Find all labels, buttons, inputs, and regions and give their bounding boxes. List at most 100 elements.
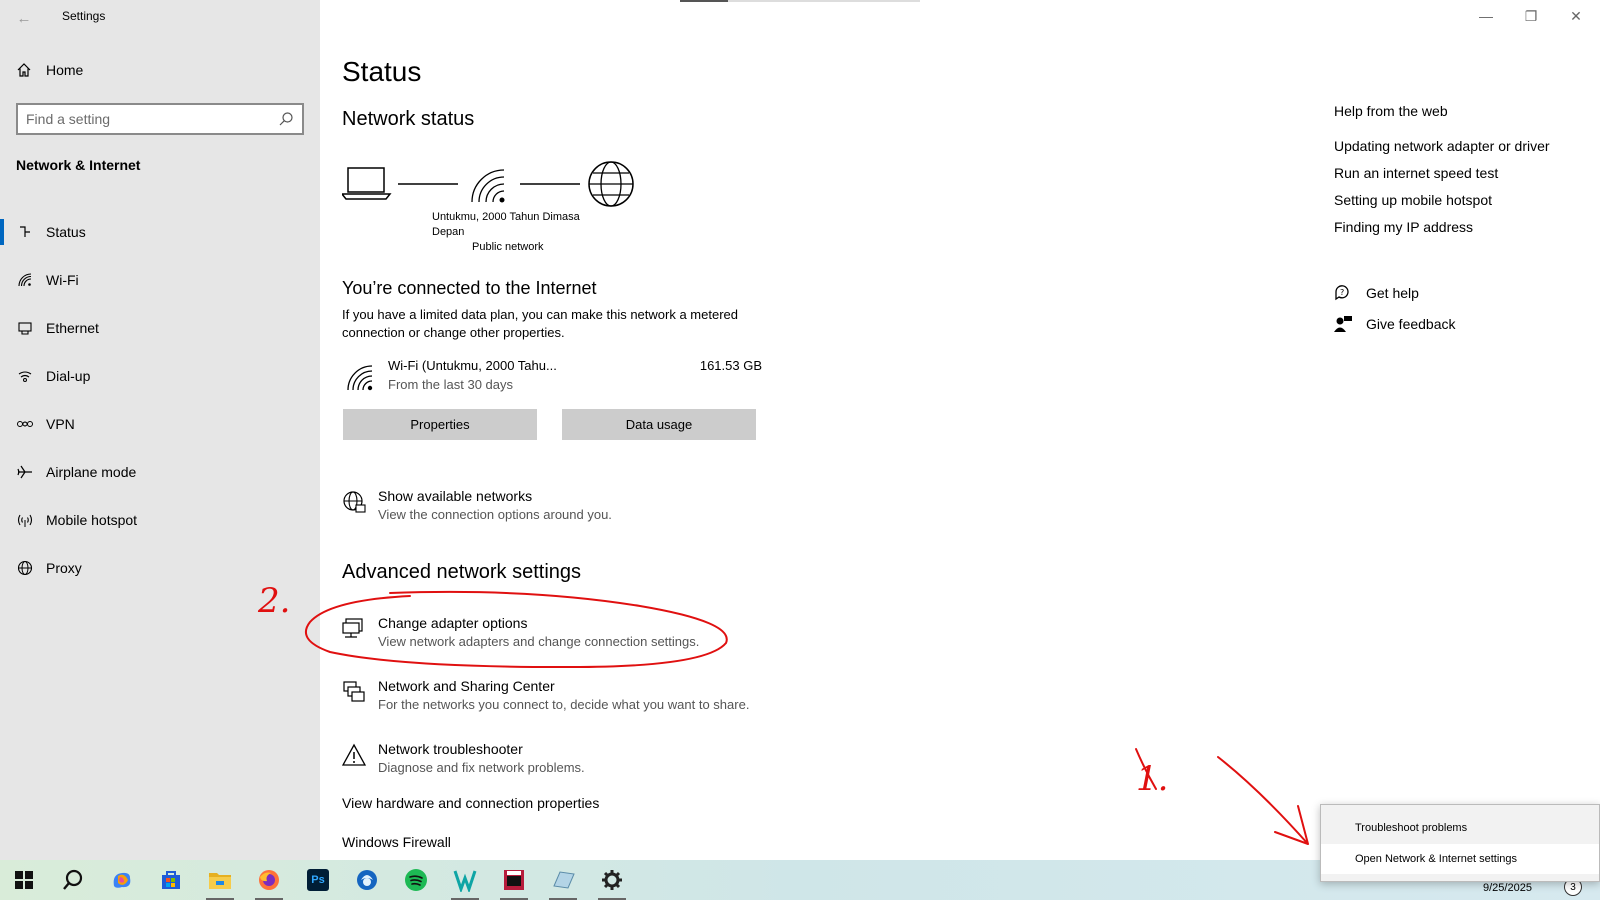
sidebar-item-vpn[interactable]: VPN — [0, 400, 320, 448]
wifi-signal-icon — [471, 169, 505, 203]
sidebar-item-wifi[interactable]: Wi-Fi — [0, 256, 320, 304]
internet-globe-icon — [588, 161, 634, 207]
search-icon — [63, 869, 83, 890]
view-hardware-properties-link[interactable]: View hardware and connection properties — [342, 795, 599, 811]
taskbar-file-explorer[interactable] — [200, 860, 240, 900]
network-troubleshooter-link[interactable]: Network troubleshooter Diagnose and fix … — [342, 741, 585, 775]
show-available-networks-link[interactable]: Show available networks View the connect… — [342, 488, 612, 522]
status-icon — [16, 223, 34, 241]
home-label: Home — [46, 62, 84, 78]
hotspot-icon — [16, 511, 34, 529]
wifi-connection-name: Wi-Fi (Untukmu, 2000 Tahu... — [388, 358, 557, 373]
menu-item-open-network-settings[interactable]: Open Network & Internet settings — [1321, 844, 1599, 874]
taskbar-firefox[interactable] — [249, 860, 289, 900]
settings-icon — [602, 870, 622, 890]
app-icon — [553, 871, 575, 889]
sidebar-item-label: Dial-up — [46, 368, 91, 384]
minimize-icon: — — [1479, 8, 1493, 24]
home-nav-item[interactable]: Home — [16, 62, 83, 78]
link-description: View the connection options around you. — [378, 507, 612, 522]
link-description: For the networks you connect to, decide … — [378, 697, 750, 712]
globe-icon — [16, 559, 34, 577]
help-link-mobile-hotspot[interactable]: Setting up mobile hotspot — [1334, 192, 1492, 208]
give-feedback-link[interactable]: Give feedback — [1334, 315, 1456, 333]
taskbar-photoshop[interactable]: Ps — [298, 860, 338, 900]
title-bar-indicator — [680, 0, 920, 2]
sidebar-item-label: Status — [46, 224, 86, 240]
network-sharing-center-link[interactable]: Network and Sharing Center For the netwo… — [342, 678, 749, 712]
sidebar-item-ethernet[interactable]: Ethernet — [0, 304, 320, 352]
dialup-icon — [16, 367, 34, 385]
restore-icon: ❐ — [1524, 7, 1538, 24]
get-help-link[interactable]: ? Get help — [1334, 284, 1419, 302]
help-from-web-heading: Help from the web — [1334, 103, 1448, 119]
feedback-icon — [1334, 316, 1352, 332]
taskbar-app-2[interactable] — [445, 860, 485, 900]
taskbar-store[interactable] — [151, 860, 191, 900]
taskbar-spotify[interactable] — [396, 860, 436, 900]
change-adapter-options-link[interactable]: Change adapter options View network adap… — [342, 615, 699, 649]
ethernet-icon — [16, 319, 34, 337]
minimize-button[interactable]: — — [1474, 6, 1498, 26]
network-status-heading: Network status — [342, 108, 475, 130]
sidebar-item-label: Wi-Fi — [46, 272, 79, 288]
link-description: View network adapters and change connect… — [378, 634, 700, 649]
sidebar-item-mobile-hotspot[interactable]: Mobile hotspot — [0, 496, 320, 544]
wifi-data-usage: 161.53 GB — [699, 358, 762, 373]
network-type: Public network — [472, 241, 544, 253]
sharing-center-icon — [343, 681, 365, 702]
close-icon: ✕ — [1570, 7, 1582, 24]
app-icon — [357, 870, 377, 890]
sidebar-nav: Status Wi-Fi Ethernet Dial-up VPN Airpla… — [0, 208, 320, 592]
warning-icon — [342, 743, 366, 766]
network-name: Untukmu, 2000 Tahun Dimasa Depan — [432, 211, 580, 238]
link-title: Network and Sharing Center — [378, 678, 555, 694]
search-box[interactable] — [16, 103, 304, 135]
start-button[interactable] — [4, 860, 44, 900]
network-globe-icon — [343, 491, 366, 513]
help-link-ip-address[interactable]: Finding my IP address — [1334, 219, 1473, 235]
wifi-icon — [16, 271, 34, 289]
airplane-icon — [16, 463, 34, 481]
sidebar: ← Settings Home Network & Internet Statu… — [0, 0, 320, 860]
store-icon — [162, 871, 180, 889]
taskbar-app-3[interactable] — [494, 860, 534, 900]
svg-text:?: ? — [1340, 288, 1344, 297]
link-title: Show available networks — [378, 488, 533, 504]
windows-start-icon — [15, 871, 33, 889]
back-button[interactable]: ← — [12, 6, 36, 30]
taskbar-settings[interactable] — [592, 860, 632, 900]
sidebar-item-proxy[interactable]: Proxy — [0, 544, 320, 592]
network-tray-context-menu: Troubleshoot problems Open Network & Int… — [1320, 804, 1600, 882]
get-help-icon: ? — [1335, 285, 1349, 301]
help-link-adapter-driver[interactable]: Updating network adapter or driver — [1334, 138, 1550, 154]
link-title: Network troubleshooter — [378, 741, 523, 757]
properties-button[interactable]: Properties — [343, 409, 537, 440]
wifi-connection-row: Wi-Fi (Untukmu, 2000 Tahu... From the la… — [342, 356, 762, 396]
taskbar-app-1[interactable] — [347, 860, 387, 900]
sidebar-item-airplane-mode[interactable]: Airplane mode — [0, 448, 320, 496]
taskbar-copilot[interactable] — [102, 860, 142, 900]
close-button[interactable]: ✕ — [1564, 6, 1588, 26]
page-title: Status — [342, 56, 422, 87]
maximize-button[interactable]: ❐ — [1519, 6, 1543, 26]
network-diagram-graphic — [340, 161, 634, 207]
taskbar-app-4[interactable] — [543, 860, 583, 900]
taskbar-search-button[interactable] — [53, 860, 93, 900]
taskbar-date[interactable]: 9/25/2025 — [1483, 882, 1532, 894]
give-feedback-label: Give feedback — [1366, 316, 1456, 332]
data-usage-button[interactable]: Data usage — [562, 409, 756, 440]
windows-firewall-link[interactable]: Windows Firewall — [342, 834, 451, 850]
help-link-speed-test[interactable]: Run an internet speed test — [1334, 165, 1498, 181]
copilot-icon — [113, 872, 131, 888]
sidebar-item-status[interactable]: Status — [0, 208, 320, 256]
main-content: — ❐ ✕ Status Network status Untukmu, 200… — [320, 0, 1600, 860]
app-title: Settings — [62, 9, 106, 23]
connection-status-title: You’re connected to the Internet — [342, 278, 597, 298]
menu-item-troubleshoot[interactable]: Troubleshoot problems — [1321, 813, 1599, 843]
search-input[interactable] — [26, 111, 278, 127]
network-adapter-icon — [342, 618, 363, 638]
sidebar-item-dialup[interactable]: Dial-up — [0, 352, 320, 400]
search-icon[interactable] — [278, 111, 294, 127]
file-explorer-icon — [209, 873, 231, 889]
